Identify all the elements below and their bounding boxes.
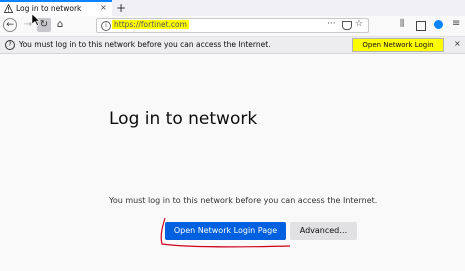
ellipsis-icon[interactable]: ··· (327, 19, 336, 29)
red-underline-annotation (160, 217, 291, 248)
tab-title: Log in to network (16, 4, 82, 13)
question-icon: ? (5, 40, 15, 50)
page-title: Log in to network (109, 109, 258, 129)
warning-icon (4, 4, 13, 13)
tab-log-in-to-network[interactable]: Log in to network × (0, 0, 112, 16)
home-icon[interactable]: ⌂ (53, 18, 67, 32)
url-text[interactable]: https://fortinet.com (112, 20, 189, 29)
advanced-button[interactable]: Advanced… (290, 222, 357, 240)
page-description: You must log in to this network before y… (109, 196, 378, 205)
notice-close-icon[interactable]: × (454, 39, 461, 48)
navigation-toolbar: ← → ↻ ⌂ i https://fortinet.com ··· ☆ ⫼ ≡ (0, 16, 465, 37)
tab-strip: Log in to network × + (0, 0, 465, 16)
sidebar-icon[interactable] (416, 21, 426, 31)
pocket-icon[interactable] (342, 21, 352, 30)
tab-close-icon[interactable]: × (100, 3, 107, 12)
captive-portal-notification-bar: ? You must log in to this network before… (0, 37, 465, 61)
notice-message: You must log in to this network before y… (19, 40, 271, 49)
star-icon[interactable]: ☆ (355, 19, 363, 29)
mouse-cursor-icon (32, 14, 40, 26)
url-bar[interactable]: i https://fortinet.com ··· ☆ (96, 18, 369, 33)
account-icon[interactable] (434, 20, 443, 29)
library-icon[interactable]: ⫼ (400, 19, 404, 29)
info-icon[interactable]: i (101, 21, 111, 31)
new-tab-button[interactable]: + (116, 0, 126, 16)
hamburger-menu-icon[interactable]: ≡ (452, 18, 460, 29)
open-network-login-page-button-notice[interactable]: Open Network Login Page (352, 38, 444, 61)
back-arrow-icon[interactable]: ← (3, 18, 17, 32)
